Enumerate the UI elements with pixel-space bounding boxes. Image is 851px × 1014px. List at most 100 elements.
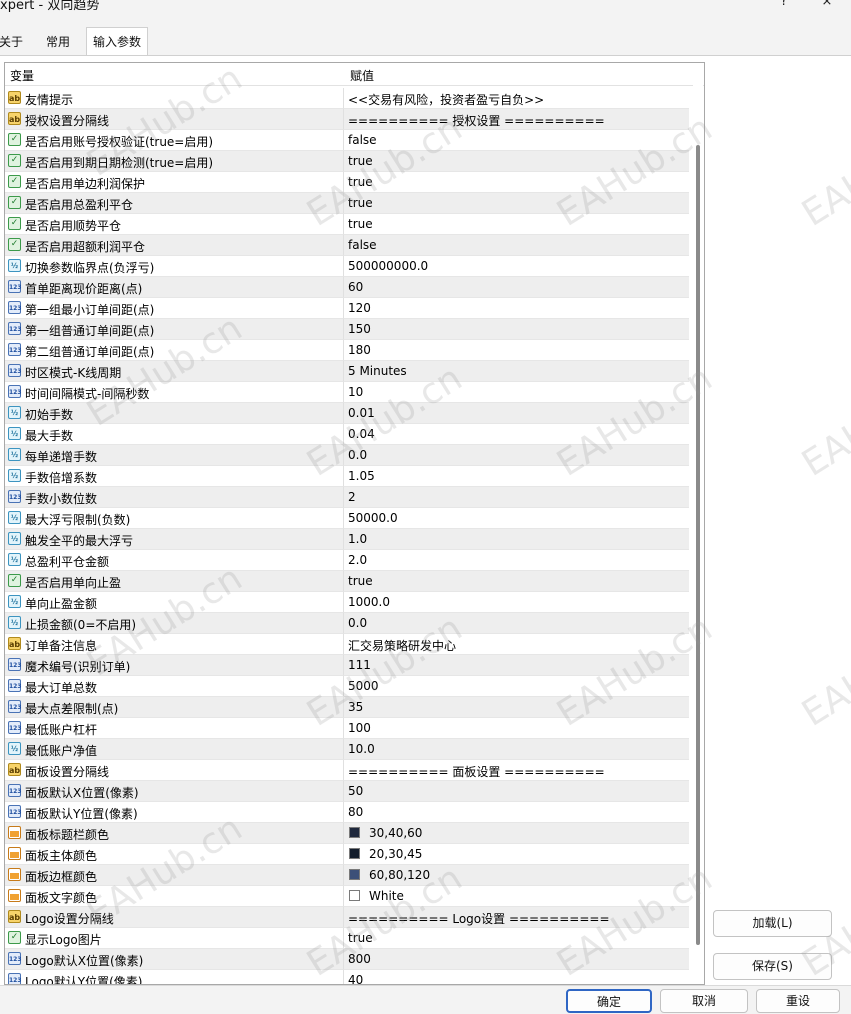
param-row[interactable]: ab Logo设置分隔线 ========== Logo设置 ========== <box>5 907 689 928</box>
param-name-cell[interactable]: 面板边框颜色 <box>5 865 344 886</box>
param-row[interactable]: ✓ 是否启用顺势平仓 true <box>5 214 689 235</box>
param-value-cell[interactable]: White <box>344 886 689 907</box>
param-row[interactable]: ✓ 是否启用单向止盈 true <box>5 571 689 592</box>
param-name-cell[interactable]: 123 面板默认Y位置(像素) <box>5 802 344 823</box>
param-name-cell[interactable]: ½ 最大手数 <box>5 424 344 445</box>
param-row[interactable]: 123 最低账户杠杆 100 <box>5 718 689 739</box>
param-row[interactable]: 面板文字颜色 White <box>5 886 689 907</box>
param-name-cell[interactable]: ½ 单向止盈金额 <box>5 592 344 613</box>
reset-button[interactable]: 重设 <box>756 989 840 1013</box>
param-row[interactable]: 123 最大点差限制(点) 35 <box>5 697 689 718</box>
vertical-scrollbar[interactable] <box>693 85 703 983</box>
param-row[interactable]: 123 Logo默认Y位置(像素) 40 <box>5 970 689 984</box>
save-button[interactable]: 保存(S) <box>713 953 832 980</box>
param-name-cell[interactable]: ✓ 是否启用单向止盈 <box>5 571 344 592</box>
param-row[interactable]: ½ 最大浮亏限制(负数) 50000.0 <box>5 508 689 529</box>
param-value-cell[interactable]: ========== 授权设置 ========== <box>344 109 689 130</box>
param-name-cell[interactable]: ✓ 是否启用总盈利平仓 <box>5 193 344 214</box>
param-value-cell[interactable]: ========== 面板设置 ========== <box>344 760 689 781</box>
param-value-cell[interactable]: 汇交易策略研发中心 <box>344 634 689 655</box>
param-value-cell[interactable]: 180 <box>344 340 689 361</box>
ok-button[interactable]: 确定 <box>566 989 652 1013</box>
param-name-cell[interactable]: ½ 初始手数 <box>5 403 344 424</box>
param-name-cell[interactable]: ½ 手数倍增系数 <box>5 466 344 487</box>
param-row[interactable]: 123 面板默认Y位置(像素) 80 <box>5 802 689 823</box>
color-swatch[interactable] <box>349 869 360 880</box>
param-name-cell[interactable]: ab 面板设置分隔线 <box>5 760 344 781</box>
param-value-cell[interactable]: true <box>344 193 689 214</box>
param-row[interactable]: ab 友情提示 <<交易有风险，投资者盈亏自负>> <box>5 88 689 109</box>
param-row[interactable]: ab 订单备注信息 汇交易策略研发中心 <box>5 634 689 655</box>
param-row[interactable]: ½ 最大手数 0.04 <box>5 424 689 445</box>
param-name-cell[interactable]: ab 友情提示 <box>5 88 344 109</box>
param-row[interactable]: 面板主体颜色 20,30,45 <box>5 844 689 865</box>
param-name-cell[interactable]: 123 第一组最小订单间距(点) <box>5 298 344 319</box>
param-value-cell[interactable]: 1.05 <box>344 466 689 487</box>
param-name-cell[interactable]: 123 最低账户杠杆 <box>5 718 344 739</box>
param-name-cell[interactable]: 面板主体颜色 <box>5 844 344 865</box>
param-value-cell[interactable]: 60,80,120 <box>344 865 689 886</box>
param-row[interactable]: 123 时间间隔模式-间隔秒数 10 <box>5 382 689 403</box>
param-name-cell[interactable]: ✓ 是否启用账号授权验证(true=启用) <box>5 130 344 151</box>
param-value-cell[interactable]: true <box>344 214 689 235</box>
param-value-cell[interactable]: false <box>344 235 689 256</box>
header-variable[interactable]: 变量 <box>10 67 34 84</box>
tab-about[interactable]: 关于 <box>0 30 29 54</box>
param-name-cell[interactable]: ✓ 显示Logo图片 <box>5 928 344 949</box>
param-value-cell[interactable]: 50 <box>344 781 689 802</box>
param-row[interactable]: ab 面板设置分隔线 ========== 面板设置 ========== <box>5 760 689 781</box>
tab-common[interactable]: 常用 <box>40 30 76 54</box>
param-value-cell[interactable]: 10 <box>344 382 689 403</box>
param-value-cell[interactable]: 100 <box>344 718 689 739</box>
param-row[interactable]: 123 第一组普通订单间距(点) 150 <box>5 319 689 340</box>
param-value-cell[interactable]: 111 <box>344 655 689 676</box>
param-value-cell[interactable]: true <box>344 571 689 592</box>
param-name-cell[interactable]: ✓ 是否启用到期日期检测(true=启用) <box>5 151 344 172</box>
param-value-cell[interactable]: 0.0 <box>344 445 689 466</box>
param-row[interactable]: ½ 每单递增手数 0.0 <box>5 445 689 466</box>
close-button[interactable]: × <box>815 0 839 9</box>
param-row[interactable]: 123 第一组最小订单间距(点) 120 <box>5 298 689 319</box>
param-value-cell[interactable]: 800 <box>344 949 689 970</box>
param-name-cell[interactable]: 面板文字颜色 <box>5 886 344 907</box>
param-name-cell[interactable]: 123 第二组普通订单间距(点) <box>5 340 344 361</box>
param-value-cell[interactable]: 1.0 <box>344 529 689 550</box>
load-button[interactable]: 加载(L) <box>713 910 832 937</box>
param-name-cell[interactable]: 123 时间间隔模式-间隔秒数 <box>5 382 344 403</box>
cancel-button[interactable]: 取消 <box>660 989 748 1013</box>
param-value-cell[interactable]: 35 <box>344 697 689 718</box>
param-row[interactable]: ½ 手数倍增系数 1.05 <box>5 466 689 487</box>
param-row[interactable]: 123 时区模式-K线周期 5 Minutes <box>5 361 689 382</box>
param-name-cell[interactable]: 123 Logo默认X位置(像素) <box>5 949 344 970</box>
param-row[interactable]: 123 魔术编号(识别订单) 111 <box>5 655 689 676</box>
param-name-cell[interactable]: ½ 止损金额(0=不启用) <box>5 613 344 634</box>
param-name-cell[interactable]: ✓ 是否启用单边利润保护 <box>5 172 344 193</box>
param-row[interactable]: ✓ 是否启用到期日期检测(true=启用) true <box>5 151 689 172</box>
param-row[interactable]: ½ 止损金额(0=不启用) 0.0 <box>5 613 689 634</box>
header-value[interactable]: 赋值 <box>350 67 374 84</box>
param-name-cell[interactable]: 123 面板默认X位置(像素) <box>5 781 344 802</box>
param-name-cell[interactable]: 123 时区模式-K线周期 <box>5 361 344 382</box>
param-value-cell[interactable]: ========== Logo设置 ========== <box>344 907 689 928</box>
param-name-cell[interactable]: ab 订单备注信息 <box>5 634 344 655</box>
param-name-cell[interactable]: ab Logo设置分隔线 <box>5 907 344 928</box>
param-name-cell[interactable]: 123 Logo默认Y位置(像素) <box>5 970 344 984</box>
param-name-cell[interactable]: ½ 触发全平的最大浮亏 <box>5 529 344 550</box>
param-row[interactable]: 123 首单距离现价距离(点) 60 <box>5 277 689 298</box>
param-row[interactable]: ½ 单向止盈金额 1000.0 <box>5 592 689 613</box>
param-value-cell[interactable]: 5 Minutes <box>344 361 689 382</box>
param-name-cell[interactable]: ✓ 是否启用顺势平仓 <box>5 214 344 235</box>
param-value-cell[interactable]: 30,40,60 <box>344 823 689 844</box>
param-row[interactable]: 123 最大订单总数 5000 <box>5 676 689 697</box>
param-name-cell[interactable]: 123 魔术编号(识别订单) <box>5 655 344 676</box>
tab-inputs[interactable]: 输入参数 <box>86 27 149 56</box>
param-name-cell[interactable]: ½ 总盈利平仓金额 <box>5 550 344 571</box>
param-row[interactable]: ½ 触发全平的最大浮亏 1.0 <box>5 529 689 550</box>
param-value-cell[interactable]: 80 <box>344 802 689 823</box>
param-value-cell[interactable]: <<交易有风险，投资者盈亏自负>> <box>344 88 689 109</box>
param-row[interactable]: 面板标题栏颜色 30,40,60 <box>5 823 689 844</box>
help-button[interactable]: ? <box>772 0 796 9</box>
param-name-cell[interactable]: ab 授权设置分隔线 <box>5 109 344 130</box>
param-name-cell[interactable]: 面板标题栏颜色 <box>5 823 344 844</box>
param-value-cell[interactable]: true <box>344 172 689 193</box>
